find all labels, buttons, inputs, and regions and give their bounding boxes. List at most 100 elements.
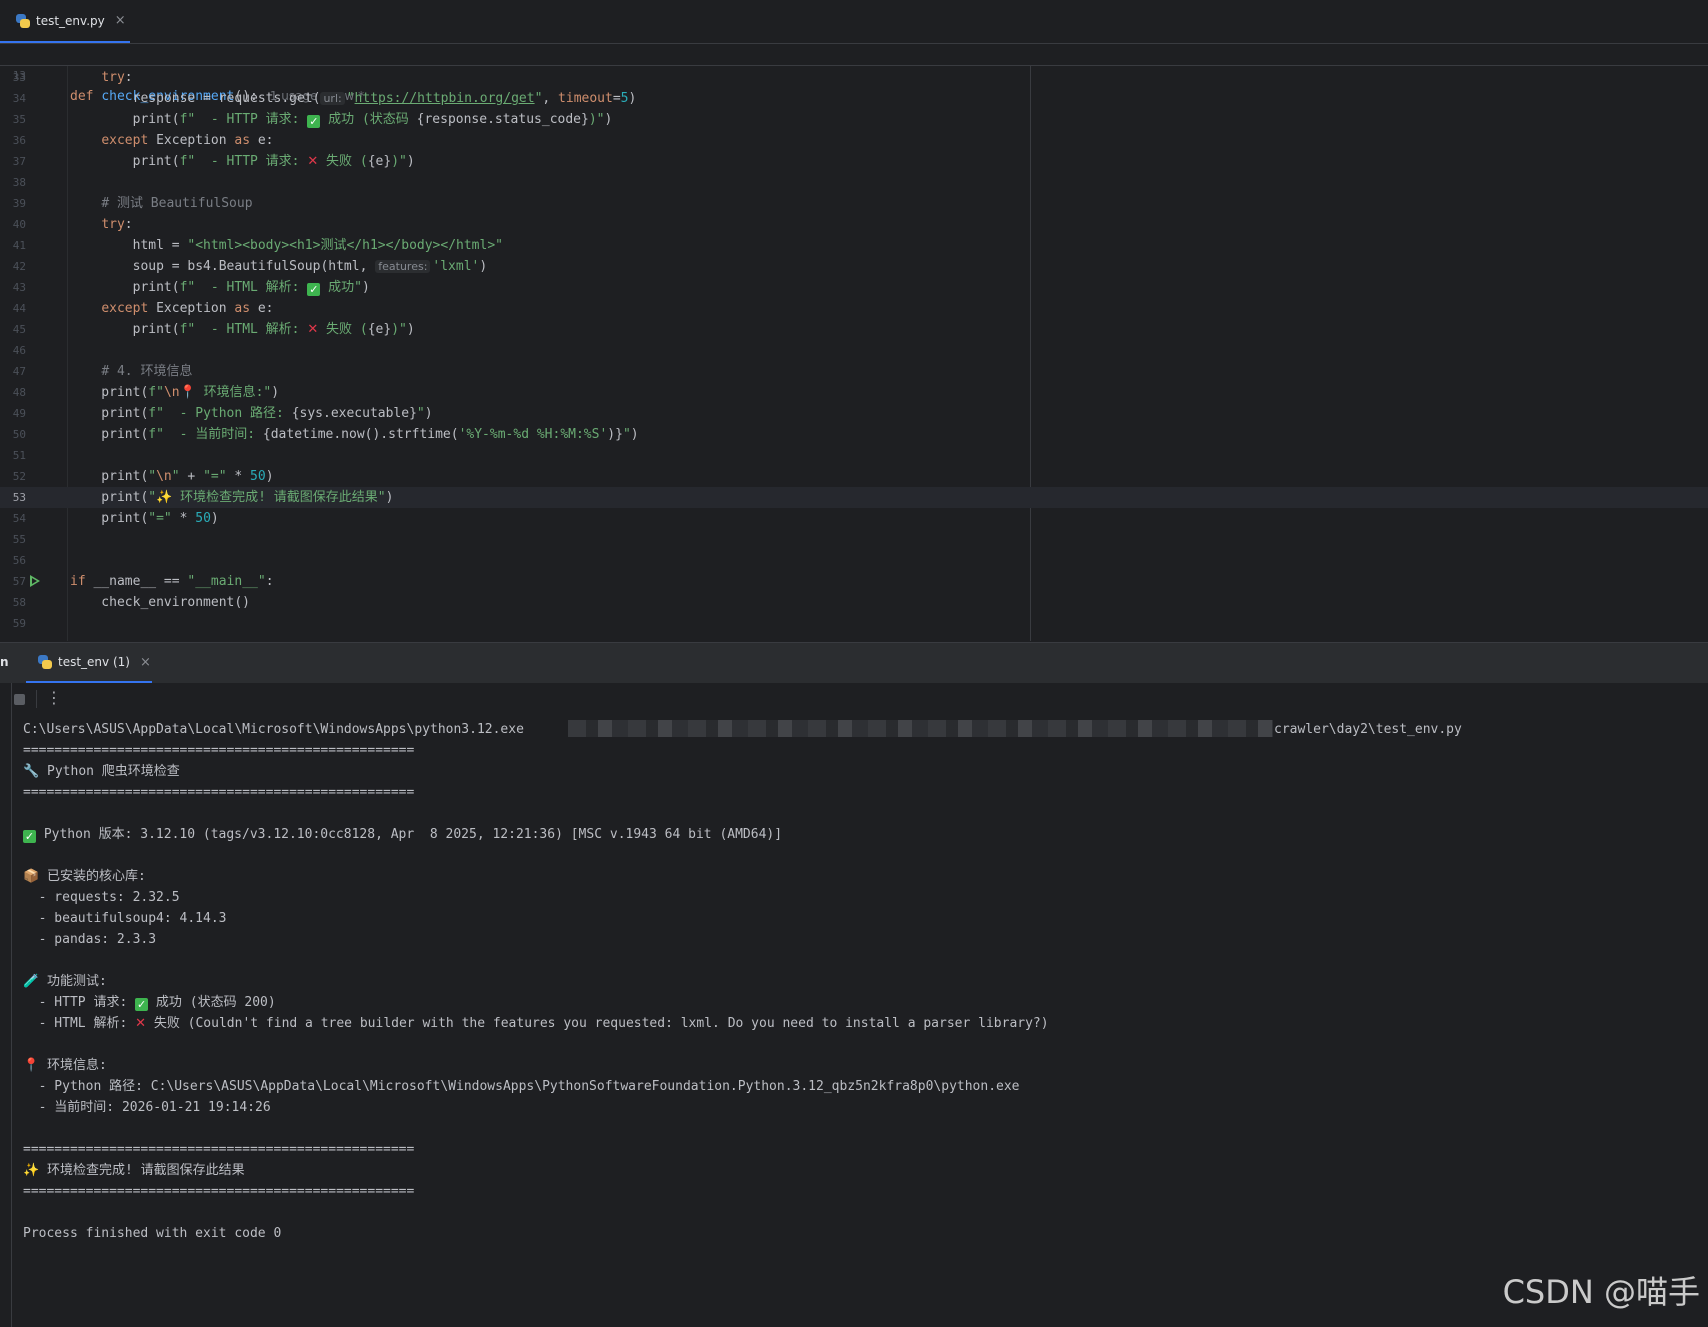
console-line: C:\Users\ASUS\AppData\Local\Microsoft\Wi… [23,719,1703,740]
line-number: 55 [12,533,26,546]
code-text: html = "<html><body><h1>测试</h1></body></… [70,238,503,253]
console-text: ========================================… [23,1142,415,1157]
editor-tab-test-env[interactable]: test_env.py × [0,0,130,43]
code-line[interactable]: 46 [0,340,1708,361]
code-text: response = requests.get(url: "https://htt… [70,91,637,106]
more-options-icon[interactable]: ⋮ [46,688,62,707]
console-text: 📦 已安装的核心库: [23,869,146,884]
console-line: ✓ Python 版本: 3.12.10 (tags/v3.12.10:0cc8… [23,824,1703,845]
close-icon[interactable]: × [115,13,126,28]
console-text: ========================================… [23,743,415,758]
code-line[interactable]: 37 print(f" - HTTP 请求: ✕ 失败 ({e})") [0,151,1708,172]
console-line: 🔧 Python 爬虫环境检查 [23,761,1703,782]
toolbar-separator [36,690,37,708]
line-number: 47 [12,365,26,378]
console-text: - pandas: 2.3.3 [23,932,157,947]
editor-tab-label: test_env.py [36,13,105,28]
code-line[interactable]: 43 print(f" - HTML 解析: ✓ 成功") [0,277,1708,298]
code-line[interactable]: 50 print(f" - 当前时间: {datetime.now().strf… [0,424,1708,445]
sticky-function-header[interactable]: 13 def check_environment(): 1 usage new * [0,44,1708,104]
code-line[interactable]: 45 print(f" - HTML 解析: ✕ 失败 ({e})") [0,319,1708,340]
code-line[interactable]: 51 [0,445,1708,466]
code-line[interactable]: 35 print(f" - HTTP 请求: ✓ 成功 (状态码 {respon… [0,109,1708,130]
console-line: - beautifulsoup4: 4.14.3 [23,908,1703,929]
code-text: check_environment() [70,595,251,610]
run-tool-window-header: n test_env (1) × [0,642,1708,684]
console-line: ========================================… [23,1139,1703,1160]
code-line[interactable]: 48 print(f"\n📍 环境信息:") [0,382,1708,403]
console-text: ========================================… [23,1184,415,1199]
console-text: ========================================… [23,785,415,800]
code-text: except Exception as e: [101,301,274,316]
code-line[interactable]: 47 # 4. 环境信息 [0,361,1708,382]
code-line[interactable]: 41 html = "<html><body><h1>测试</h1></body… [0,235,1708,256]
code-line[interactable]: 49 print(f" - Python 路径: {sys.executable… [0,403,1708,424]
console-text: - Python 路径: C:\Users\ASUS\AppData\Local… [23,1079,1020,1094]
console-line: ========================================… [23,782,1703,803]
code-text: print(f" - Python 路径: {sys.executable}") [70,406,433,421]
code-text: print("=" * 50) [70,511,219,526]
line-number: 45 [12,323,26,336]
line-number: 54 [12,512,26,525]
close-icon[interactable]: × [140,655,151,670]
code-text: print(f"\n📍 环境信息:") [70,385,280,400]
line-number: 41 [12,239,26,252]
line-number: 58 [12,596,26,609]
console-line: - 当前时间: 2026-01-21 19:14:26 [23,1097,1703,1118]
code-line[interactable]: 33 try: [0,67,1708,88]
console-line: - pandas: 2.3.3 [23,929,1703,950]
console-line: Process finished with exit code 0 [23,1223,1703,1244]
console-text: - beautifulsoup4: 4.14.3 [23,911,227,926]
code-line[interactable]: 57 if __name__ == "__main__": [0,571,1708,592]
code-line[interactable]: 36 except Exception as e: [0,130,1708,151]
console-line: 🧪 功能测试: [23,971,1703,992]
code-line[interactable]: 54 print("=" * 50) [0,508,1708,529]
line-number: 40 [12,218,26,231]
line-number: 50 [12,428,26,441]
code-line[interactable]: 58 check_environment() [0,592,1708,613]
line-number: 33 [12,71,26,84]
console-text: - HTTP 请求: ✓ 成功 (状态码 200) [23,995,276,1011]
code-line[interactable]: 39 # 测试 BeautifulSoup [0,193,1708,214]
line-number: 35 [12,113,26,126]
console-line: 📍 环境信息: [23,1055,1703,1076]
console-text: ✨ 环境检查完成! 请截图保存此结果 [23,1163,245,1178]
line-number: 46 [12,344,26,357]
code-line[interactable]: 44 except Exception as e: [0,298,1708,319]
console-text: 🧪 功能测试: [23,974,107,989]
console-text: - HTML 解析: ✕ 失败 (Couldn't find a tree bu… [23,1016,1049,1031]
console-output[interactable]: C:\Users\ASUS\AppData\Local\Microsoft\Wi… [12,715,1708,1327]
code-line[interactable]: 53 print("✨ 环境检查完成! 请截图保存此结果") [0,487,1708,508]
run-tab-test-env[interactable]: test_env (1) × [26,643,152,683]
watermark: CSDN @喵手 [1502,1273,1700,1311]
code-line[interactable]: 42 soup = bs4.BeautifulSoup(html, featur… [0,256,1708,277]
line-number: 34 [12,92,26,105]
code-text: # 4. 环境信息 [101,364,193,379]
code-line[interactable]: 38 [0,172,1708,193]
code-text: if __name__ == "__main__": [70,574,274,589]
code-text: print(f" - HTML 解析: ✓ 成功") [70,280,370,296]
python-file-icon [16,13,30,28]
console-line: - Python 路径: C:\Users\ASUS\AppData\Local… [23,1076,1703,1097]
console-text: 📍 环境信息: [23,1058,107,1073]
code-line[interactable]: 40 try: [0,214,1708,235]
code-line[interactable]: 56 [0,550,1708,571]
code-line[interactable]: 55 [0,529,1708,550]
run-gutter-icon[interactable] [30,575,40,587]
code-text: print(f" - HTML 解析: ✕ 失败 ({e})") [70,322,415,337]
code-line[interactable]: 59 [0,613,1708,634]
code-text: print(f" - HTTP 请求: ✓ 成功 (状态码 {response.… [70,112,613,128]
code-text: try: [101,217,133,232]
code-line[interactable]: 52 print("\n" + "=" * 50) [0,466,1708,487]
code-line[interactable]: 34 response = requests.get(url: "https://… [0,88,1708,109]
stop-icon[interactable] [14,694,25,705]
console-path-tail: crawler\day2\test_env.py [1274,722,1462,737]
code-editor[interactable]: 13 def check_environment(): 1 usage new * … [0,44,1708,641]
console-text: 🔧 Python 爬虫环境检查 [23,764,180,779]
code-text: print(f" - 当前时间: {datetime.now().strftim… [70,427,639,442]
console-text: Process finished with exit code 0 [23,1226,282,1241]
line-number: 49 [12,407,26,420]
